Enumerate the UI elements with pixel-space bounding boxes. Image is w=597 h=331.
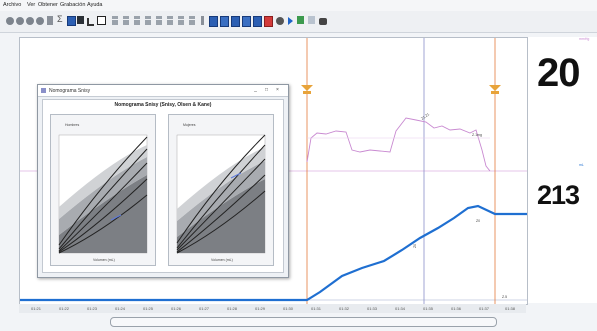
rewind-icon[interactable]: [36, 17, 44, 25]
time-label: 01:30: [283, 306, 294, 311]
x-axis-label: Volumen (mL): [93, 258, 115, 262]
channel-8-icon[interactable]: [189, 16, 195, 25]
time-label: 01:22: [59, 306, 70, 311]
time-label: 01:27: [199, 306, 210, 311]
pause-icon[interactable]: [26, 17, 34, 25]
x-axis-label: Volumen (mL): [211, 258, 233, 262]
gear-icon[interactable]: [276, 17, 284, 25]
nomogram-panel-women: Mujeres Volumen (mL): [168, 114, 274, 266]
menu-ayuda[interactable]: Ayuda: [87, 2, 103, 8]
calculator-icon[interactable]: [308, 16, 315, 24]
channel-4-icon[interactable]: [145, 16, 151, 25]
record-icon[interactable]: [6, 17, 14, 25]
window-icon[interactable]: [97, 16, 106, 25]
menu-ver[interactable]: Ver: [27, 2, 35, 8]
channel-2-icon[interactable]: [123, 16, 129, 25]
time-label: 01:21: [31, 306, 42, 311]
bottom-unit-label: mL: [579, 163, 584, 167]
blue-3-icon[interactable]: [231, 16, 240, 27]
split-icon[interactable]: [201, 16, 204, 25]
time-label: 01:37: [479, 306, 490, 311]
top-value: 20: [537, 51, 580, 95]
nomogram-men-chart: Volumen (mL): [58, 134, 148, 262]
blue-2-icon[interactable]: [220, 16, 229, 27]
maximize-button[interactable]: □: [263, 87, 270, 93]
time-label: 01:32: [339, 306, 350, 311]
channel-7-icon[interactable]: [178, 16, 184, 25]
chart-icon[interactable]: [77, 16, 84, 24]
text-icon[interactable]: Σ: [57, 14, 66, 24]
toolbar: Σ: [0, 11, 597, 33]
save-icon[interactable]: [67, 16, 76, 26]
nomogram-window-title: Nomograma Snisy: [49, 88, 91, 94]
grid-icon[interactable]: [297, 16, 304, 24]
nomogram-subtitle: Nomograma Snisy (Snisy, Olsen & Kane): [114, 102, 212, 108]
time-label: 01:29: [255, 306, 266, 311]
annotation-4: Z0: [476, 219, 480, 223]
time-label: 01:34: [395, 306, 406, 311]
signal-icon[interactable]: [87, 18, 94, 26]
arrow-icon[interactable]: [288, 17, 293, 25]
nomogram-panel-men: Hombres Volumen (mL): [50, 114, 156, 266]
nomogram-body: Nomograma Snisy (Snisy, Olsen & Kane) Ho…: [42, 99, 284, 273]
time-label: 01:28: [227, 306, 238, 311]
time-label: 01:33: [367, 306, 378, 311]
left-flag-icon[interactable]: [301, 85, 313, 94]
menu-archivo[interactable]: Archivo: [3, 2, 21, 8]
menu-obtener[interactable]: Obtener: [38, 2, 58, 8]
time-label: 01:36: [451, 306, 462, 311]
time-label: 01:35: [423, 306, 434, 311]
app-icon: [41, 88, 46, 93]
camera-icon[interactable]: [319, 18, 327, 25]
time-label: 01:31: [311, 306, 322, 311]
nomogram-women-chart: Volumen (mL): [176, 134, 266, 262]
nomogram-titlebar[interactable]: Nomograma Snisy _ □ ×: [38, 85, 288, 97]
marker-icon[interactable]: [47, 16, 53, 25]
bottom-value: 213: [537, 180, 580, 210]
menu-bar: Archivo Ver Obtener Grabación Ayuda: [0, 0, 597, 11]
channel-1-icon[interactable]: [112, 16, 118, 25]
blue-6-icon[interactable]: [264, 16, 273, 27]
time-axis: 01:21 01:22 01:23 01:24 01:25 01:26 01:2…: [19, 304, 526, 313]
close-button[interactable]: ×: [274, 87, 281, 93]
channel-5-icon[interactable]: [156, 16, 162, 25]
time-label: 01:25: [143, 306, 154, 311]
stop-icon[interactable]: [16, 17, 24, 25]
nomogram-dialog[interactable]: Nomograma Snisy _ □ × Nomograma Snisy (S…: [37, 84, 289, 278]
corner-label: Z.5: [502, 295, 507, 299]
right-flag-icon[interactable]: [489, 85, 501, 94]
channel-3-icon[interactable]: [134, 16, 140, 25]
minimize-button[interactable]: _: [252, 87, 259, 93]
value-sidebar: mmHg 20 mL 213: [528, 37, 597, 303]
pink-trace: [306, 117, 491, 172]
annotation-1: Z1,Z1: [420, 112, 430, 121]
horizontal-scrollbar[interactable]: [110, 317, 497, 327]
blue-1-icon[interactable]: [209, 16, 218, 27]
menu-grabacion[interactable]: Grabación: [60, 2, 85, 8]
blue-4-icon[interactable]: [242, 16, 251, 27]
top-unit-label: mmHg: [579, 37, 590, 41]
main-window: Archivo Ver Obtener Grabación Ayuda Σ Z1…: [0, 0, 597, 331]
time-label: 01:38: [505, 306, 516, 311]
annotation-2: Z.1mg: [472, 133, 482, 137]
annotation-3: Z0: [413, 244, 417, 248]
time-label: 01:24: [115, 306, 126, 311]
channel-6-icon[interactable]: [167, 16, 173, 25]
blue-5-icon[interactable]: [253, 16, 262, 27]
time-label: 01:23: [87, 306, 98, 311]
time-label: 01:26: [171, 306, 182, 311]
